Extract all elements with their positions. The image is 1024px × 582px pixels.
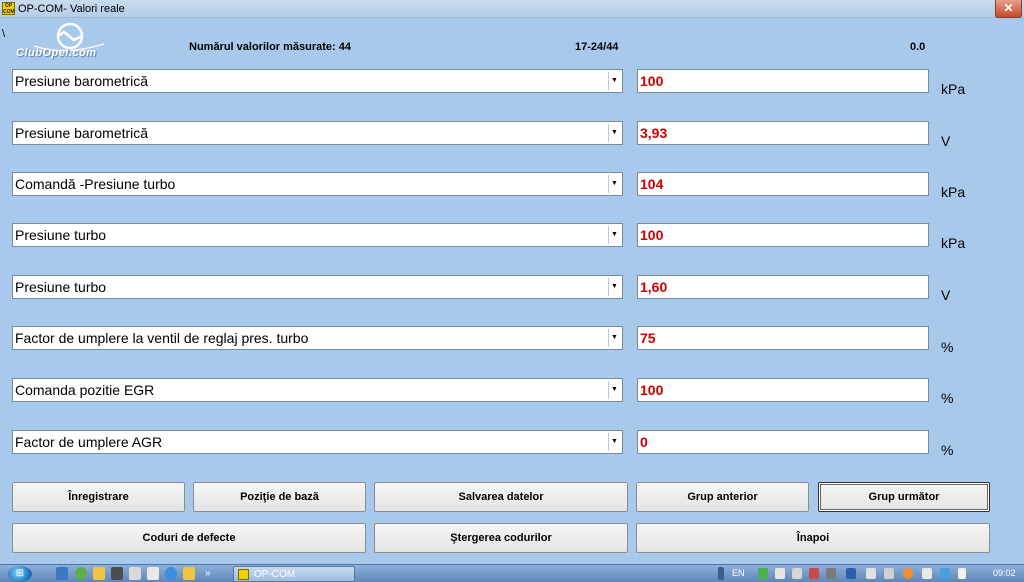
dropdown-arrow-icon[interactable]: ▼ [608, 278, 620, 296]
taskbar-item-opcom[interactable]: OP-COM [233, 566, 355, 582]
parameter-select-2[interactable]: Presiune barometrică ▼ [12, 121, 623, 145]
parameter-value: 3,93 [640, 125, 668, 141]
clear-codes-button[interactable]: Ştergerea codurilor [374, 523, 628, 553]
language-indicator[interactable]: EN [732, 568, 745, 578]
parameter-unit: kPa [941, 184, 966, 200]
value-field-8: 0 [637, 430, 929, 454]
parameter-select-5[interactable]: Presiune turbo ▼ [12, 275, 623, 299]
dropdown-arrow-icon[interactable]: ▼ [608, 381, 620, 399]
parameter-value: 0 [640, 434, 648, 450]
value-field-1: 100 [637, 69, 929, 93]
parameter-unit: % [941, 339, 954, 355]
opcom-icon [238, 569, 249, 580]
marker-text: \ [2, 28, 6, 40]
parameter-label: Comandă -Presiune turbo [15, 176, 176, 192]
start-button-icon[interactable]: ⊞ [8, 566, 32, 582]
internet-explorer-icon[interactable] [165, 567, 177, 580]
parameter-select-7[interactable]: Comanda pozitie EGR ▼ [12, 378, 623, 402]
dropdown-arrow-icon[interactable]: ▼ [608, 433, 620, 451]
base-position-button[interactable]: Poziţie de bază [193, 482, 366, 512]
app-icon: OP COM [2, 2, 15, 15]
grip-icon [718, 567, 724, 580]
time-value: 0.0 [910, 41, 926, 53]
parameter-unit: kPa [941, 81, 966, 97]
bluetooth-icon[interactable] [846, 568, 856, 579]
parameter-value: 104 [640, 176, 664, 192]
dropdown-arrow-icon[interactable]: ▼ [608, 72, 620, 90]
parameter-select-8[interactable]: Factor de umplere AGR ▼ [12, 430, 623, 454]
utorrent-icon[interactable] [75, 567, 87, 580]
dropdown-arrow-icon[interactable]: ▼ [608, 226, 620, 244]
dropdown-arrow-icon[interactable]: ▼ [608, 175, 620, 193]
parameter-unit: % [941, 390, 954, 406]
fault-codes-button[interactable]: Coduri de defecte [12, 523, 366, 553]
close-button[interactable]: ✕ [995, 0, 1022, 18]
value-field-3: 104 [637, 172, 929, 196]
tray-app-icon[interactable] [940, 568, 950, 579]
tray-app-icon[interactable] [903, 568, 913, 579]
usb-icon[interactable] [111, 567, 123, 580]
folder-icon[interactable] [93, 567, 105, 580]
parameter-label: Presiune barometrică [15, 73, 149, 89]
save-data-button[interactable]: Salvarea datelor [374, 482, 628, 512]
value-field-2: 3,93 [637, 121, 929, 145]
window-title: OP-COM- Valori reale [18, 3, 125, 15]
next-group-button[interactable]: Grup următor [818, 482, 990, 512]
value-field-6: 75 [637, 326, 929, 350]
back-button[interactable]: Înapoi [636, 523, 990, 553]
parameter-unit: % [941, 442, 954, 458]
taskbar: ⊞ » OP-COM EN 09:02 [0, 564, 1024, 582]
parameter-unit: kPa [941, 235, 966, 251]
parameter-label: Presiune barometrică [15, 125, 149, 141]
overflow-chevron-icon[interactable]: » [205, 568, 211, 579]
parameter-label: Presiune turbo [15, 279, 107, 295]
folder-icon[interactable] [183, 567, 195, 580]
parameter-select-4[interactable]: Presiune turbo ▼ [12, 223, 623, 247]
measured-values-count: Numărul valorilor măsurate: 44 [189, 41, 352, 53]
parameter-unit: V [941, 287, 951, 303]
parameter-value: 1,60 [640, 279, 668, 295]
clock[interactable]: 09:02 [993, 568, 1016, 578]
title-bar: OP COM OP-COM- Valori reale ✕ [0, 0, 1024, 18]
parameter-label: Presiune turbo [15, 227, 107, 243]
dropdown-arrow-icon[interactable]: ▼ [608, 329, 620, 347]
battery-icon[interactable] [958, 568, 966, 579]
monitor-icon[interactable] [826, 568, 836, 579]
tray-app-icon[interactable] [758, 568, 768, 579]
parameter-value: 100 [640, 227, 664, 243]
parameter-value: 75 [640, 330, 656, 346]
parameter-unit: V [941, 133, 951, 149]
logo-text: ClubOpel.com [16, 47, 97, 59]
value-field-7: 100 [637, 378, 929, 402]
parameter-select-6[interactable]: Factor de umplere la ventil de reglaj pr… [12, 326, 623, 350]
parameter-label: Comanda pozitie EGR [15, 382, 155, 398]
parameter-label: Factor de umplere AGR [15, 434, 163, 450]
tray-app-icon[interactable] [809, 568, 819, 579]
record-button[interactable]: Înregistrare [12, 482, 185, 512]
document-icon[interactable] [129, 567, 141, 580]
parameter-select-3[interactable]: Comandă -Presiune turbo ▼ [12, 172, 623, 196]
taskbar-item-label: OP-COM [254, 569, 296, 580]
previous-group-button[interactable]: Grup anterior [636, 482, 809, 512]
volume-icon[interactable] [922, 568, 932, 579]
dropdown-arrow-icon[interactable]: ▼ [608, 124, 620, 142]
parameter-select-1[interactable]: Presiune barometrică ▼ [12, 69, 623, 93]
show-desktop-icon[interactable] [56, 567, 68, 580]
tray-app-icon[interactable] [775, 568, 785, 579]
value-field-5: 1,60 [637, 275, 929, 299]
network-icon[interactable] [884, 568, 894, 579]
parameter-label: Factor de umplere la ventil de reglaj pr… [15, 330, 309, 346]
calendar-icon[interactable] [147, 567, 159, 580]
group-range: 17-24/44 [575, 41, 619, 53]
parameter-value: 100 [640, 73, 664, 89]
value-field-4: 100 [637, 223, 929, 247]
parameter-value: 100 [640, 382, 664, 398]
flag-icon[interactable] [866, 568, 876, 579]
tray-app-icon[interactable] [792, 568, 802, 579]
